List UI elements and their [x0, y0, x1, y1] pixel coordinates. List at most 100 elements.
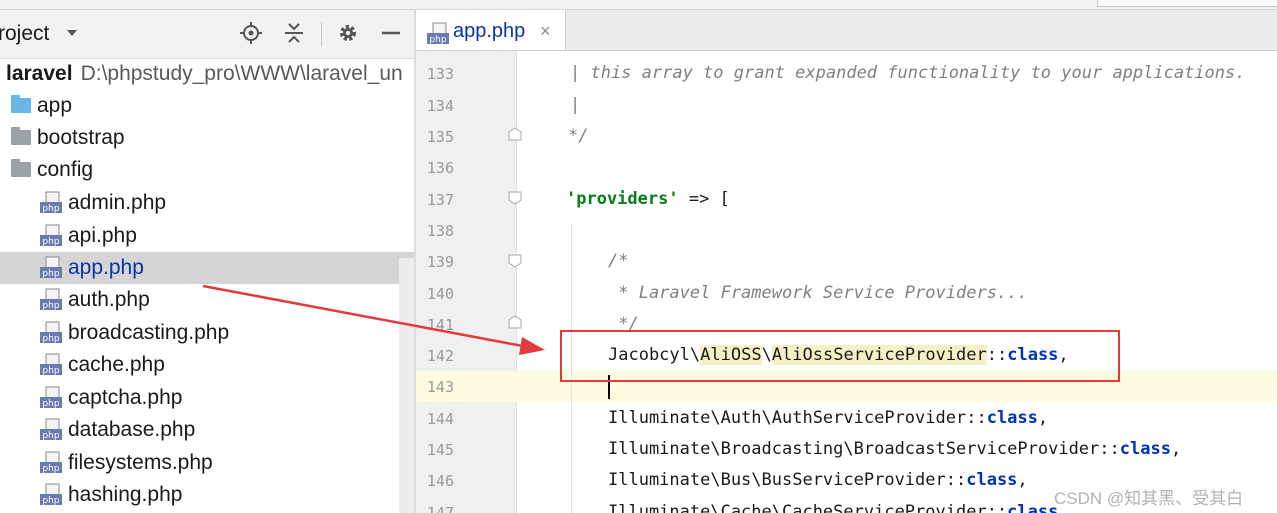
tree-item-label: cache.php [68, 353, 165, 376]
code-line-139: /* [608, 251, 629, 271]
tree-file-captcha-php[interactable]: php captcha.php [0, 382, 414, 414]
code-line-147: Illuminate\Cache\CacheServiceProvider::c… [608, 502, 1069, 513]
line-number: 147 [426, 504, 454, 513]
locate-icon[interactable] [240, 22, 262, 44]
tree-file-cache-php[interactable]: php cache.php [0, 349, 414, 381]
php-file-icon: php [40, 353, 62, 376]
chevron-down-icon[interactable] [66, 29, 78, 37]
code-token: Illuminate\Broadcasting\BroadcastService… [608, 439, 1120, 459]
project-view-selector[interactable]: roject [0, 22, 49, 46]
line-number: 133 [426, 65, 454, 83]
code-line-133: | this array to grant expanded functiona… [570, 63, 1246, 83]
line-number: 139 [426, 253, 454, 271]
keyword-token: class [1007, 502, 1059, 513]
php-file-icon: php [40, 386, 62, 409]
project-header: roject [0, 10, 414, 59]
gutter-separator [516, 51, 517, 513]
tree-scrollbar[interactable] [399, 258, 414, 513]
code-line-134: | [570, 95, 581, 115]
code-line-145: Illuminate\Broadcasting\BroadcastService… [608, 439, 1181, 459]
tree-item-label: database.php [68, 418, 196, 441]
code-line-140: * Laravel Framework Service Providers... [608, 283, 1028, 303]
php-file-icon: php [427, 22, 449, 45]
tree-item-label: api.php [68, 224, 137, 247]
line-number: 136 [426, 159, 454, 177]
folder-icon [11, 159, 31, 177]
tree-file-app-php[interactable]: php app.php [0, 252, 414, 284]
fold-start-icon[interactable] [508, 254, 522, 268]
code-token: Illuminate\Bus\BusServiceProvider:: [608, 470, 967, 490]
tree-folder-config[interactable]: config [0, 154, 414, 186]
tree-folder-app[interactable]: app [0, 90, 414, 122]
root-name: laravel [6, 62, 73, 85]
tree-file-admin-php[interactable]: php admin.php [0, 187, 414, 219]
tree-folder-bootstrap[interactable]: bootstrap [0, 122, 414, 154]
array-key-string: 'providers' [566, 189, 679, 209]
line-number: 138 [426, 222, 454, 240]
tree-file-hashing-php[interactable]: php hashing.php [0, 479, 414, 511]
svg-text:php: php [429, 35, 446, 45]
fold-end-icon[interactable] [508, 127, 522, 141]
collapse-all-icon[interactable] [283, 22, 305, 44]
svg-text:php: php [42, 431, 59, 441]
php-file-icon: php [40, 483, 62, 506]
tree-item-label: bootstrap [37, 126, 125, 149]
tree-file-filesystems-php[interactable]: php filesystems.php [0, 447, 414, 479]
code-token: Illuminate\Auth\AuthServiceProvider:: [608, 408, 987, 428]
line-number: 137 [426, 191, 454, 209]
svg-text:php: php [42, 366, 59, 376]
tree-file-database-php[interactable]: php database.php [0, 414, 414, 446]
svg-text:php: php [42, 464, 59, 474]
top-strip [0, 0, 1277, 10]
svg-text:php: php [42, 496, 59, 506]
tree-item-label: hashing.php [68, 483, 183, 506]
php-file-icon: php [40, 191, 62, 214]
tree-item-label: admin.php [68, 191, 167, 214]
php-file-icon: php [40, 288, 62, 311]
toolbar-search-field[interactable] [1097, 0, 1277, 7]
code-line-144: Illuminate\Auth\AuthServiceProvider::cla… [608, 408, 1048, 428]
tree-item-label: filesystems.php [68, 451, 213, 474]
php-file-icon: php [40, 451, 62, 474]
tree-file-api-php[interactable]: php api.php [0, 220, 414, 252]
folder-icon [11, 127, 31, 145]
php-file-icon: php [40, 256, 62, 279]
line-number: 135 [426, 128, 454, 146]
code-line-135: */ [568, 126, 589, 146]
keyword-token: class [986, 408, 1038, 428]
header-divider [321, 22, 322, 46]
line-number: 140 [426, 285, 454, 303]
folder-icon [11, 95, 31, 113]
code-token: => [ [678, 189, 730, 209]
tab-app-php[interactable]: php app.php × [416, 10, 566, 50]
gear-icon[interactable] [337, 22, 359, 44]
tree-item-label: auth.php [68, 288, 150, 311]
svg-text:php: php [42, 237, 59, 247]
tree-root-laravel[interactable]: laravel D:\phpstudy_pro\WWW\laravel_un [0, 58, 414, 90]
close-icon[interactable]: × [540, 21, 551, 42]
fold-start-icon[interactable] [508, 191, 522, 205]
watermark: CSDN @知其黑、受其白 [1054, 489, 1244, 508]
svg-text:php: php [42, 334, 59, 344]
code-editor[interactable]: 133 134 135 136 137 138 139 140 141 142 … [416, 51, 1277, 513]
code-token: , [1017, 470, 1028, 490]
project-tool-window: roject laravel D:\phpstudy_pro\WWW\larav… [0, 10, 414, 513]
tree-item-label: captcha.php [68, 386, 183, 409]
svg-text:php: php [42, 301, 59, 311]
keyword-token: class [966, 470, 1018, 490]
code-token: Illuminate\Cache\CacheServiceProvider:: [608, 502, 1008, 513]
code-line-137: 'providers' => [ [566, 189, 730, 209]
line-number: 142 [426, 347, 454, 365]
line-number: 144 [426, 410, 454, 428]
php-file-icon: php [40, 418, 62, 441]
keyword-token: class [1119, 439, 1171, 459]
line-number: 146 [426, 472, 454, 490]
tree-file-broadcasting-php[interactable]: php broadcasting.php [0, 317, 414, 349]
code-token: , [1170, 439, 1182, 459]
tree-file-auth-php[interactable]: php auth.php [0, 284, 414, 316]
tree-item-label: app.php [68, 256, 144, 279]
line-number: 141 [426, 316, 454, 334]
fold-end-icon[interactable] [508, 315, 522, 329]
tree-item-label: broadcasting.php [68, 321, 230, 344]
minimize-icon[interactable] [380, 22, 402, 44]
